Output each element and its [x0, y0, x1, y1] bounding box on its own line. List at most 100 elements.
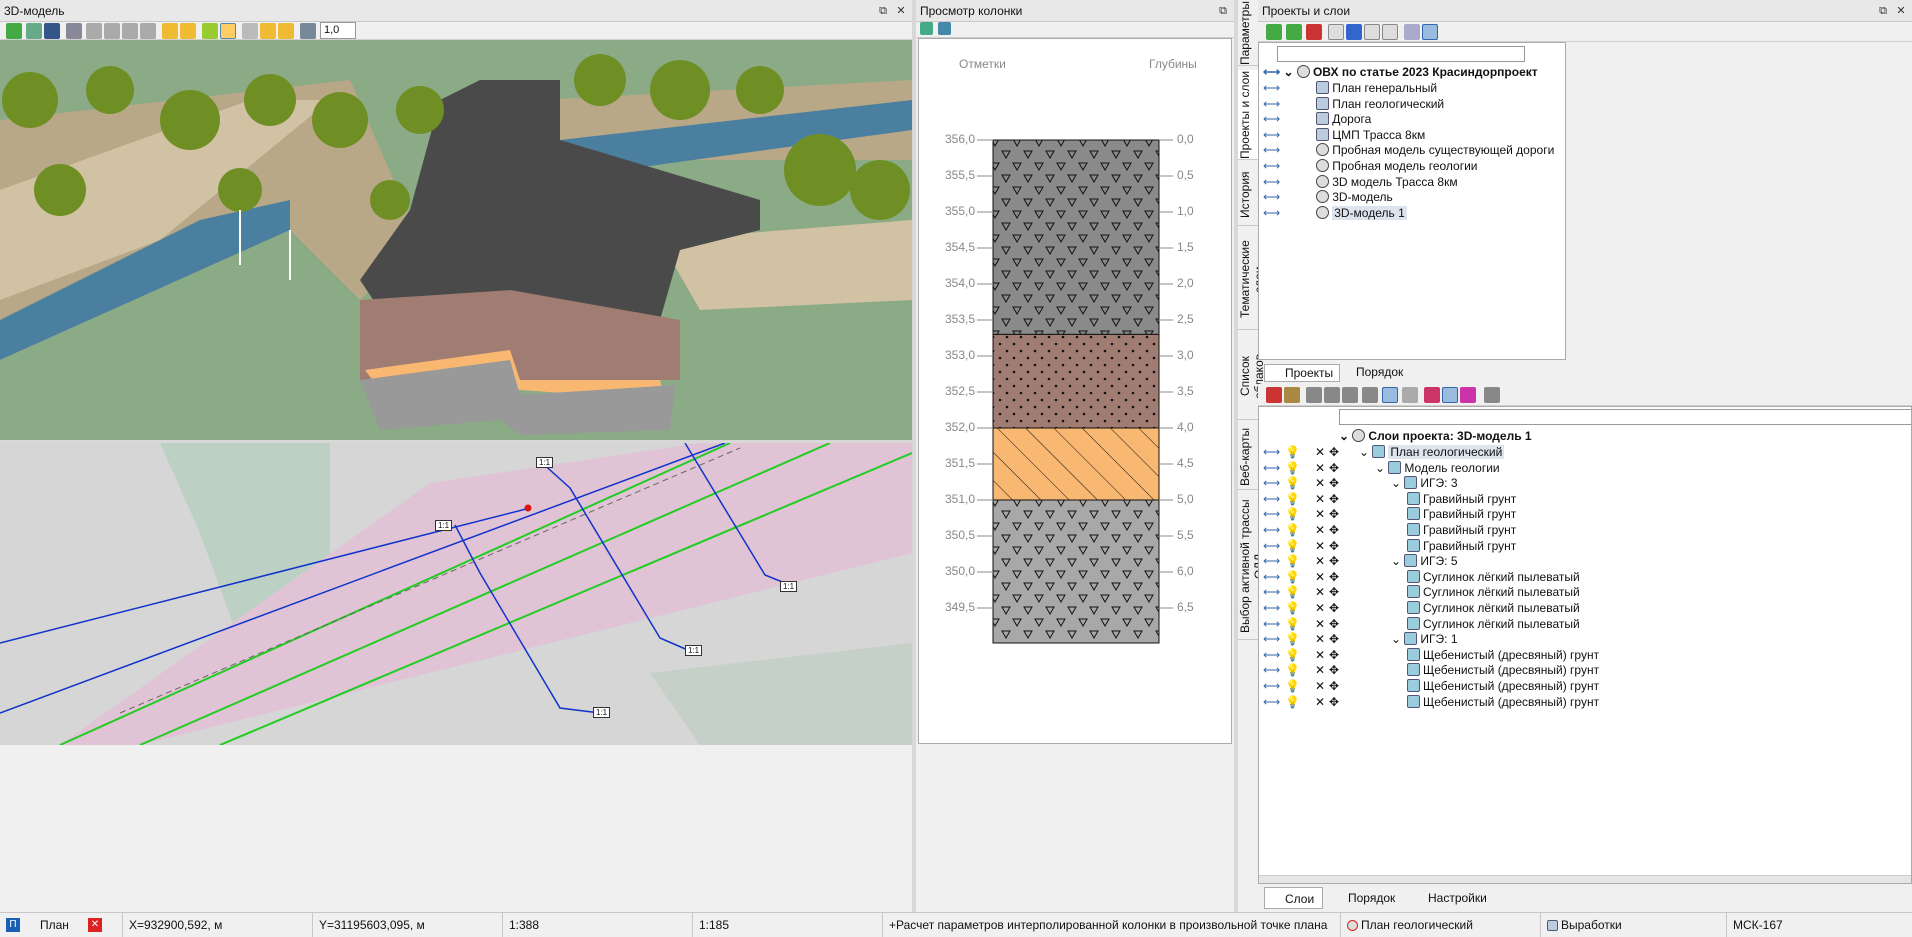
item-icon — [1316, 143, 1330, 157]
float-icon[interactable]: ⧉ — [1874, 0, 1892, 22]
grid-icon[interactable] — [1422, 24, 1438, 40]
settings-icon[interactable] — [938, 22, 951, 35]
side-tab-parameters[interactable]: Параметры — [1238, 1, 1258, 66]
layer-icon[interactable] — [162, 23, 178, 39]
s2-icon[interactable] — [104, 23, 120, 39]
side-tab-clouds[interactable]: Список облаков — [1238, 334, 1266, 420]
chevron-down-icon[interactable]: ⌄ — [1284, 65, 1294, 79]
layer-label: Щебенистый (дресвяный) грунт — [1423, 647, 1600, 662]
layer2-icon[interactable] — [180, 23, 196, 39]
chevron-down-icon[interactable]: ⌄ — [1359, 445, 1369, 459]
layer-row[interactable]: ⟷ 💡 ✕ ✥ Щебенистый (дресвяный) грунт — [1263, 693, 1599, 712]
dots-icon[interactable] — [242, 23, 258, 39]
layer-icon — [1407, 523, 1420, 536]
project-item[interactable]: ⟷ 3D-модель 1 — [1263, 204, 1407, 223]
link-icon: ⟷ — [1263, 96, 1281, 111]
chevron-down-icon[interactable]: ⌄ — [1375, 461, 1385, 475]
tab-projects[interactable]: Проекты — [1264, 364, 1341, 382]
status-scale1: 1:388 — [502, 913, 692, 937]
delete-icon[interactable]: ✕ — [1315, 693, 1325, 712]
stop-icon[interactable] — [1266, 387, 1282, 403]
chevron-down-icon[interactable]: ⌄ — [1391, 632, 1401, 646]
refresh-icon[interactable] — [6, 23, 22, 39]
tab-settings[interactable]: Настройки — [1408, 887, 1487, 909]
project-item-label: План геологический — [1332, 96, 1445, 111]
remove-icon[interactable] — [1306, 24, 1322, 40]
export2-icon[interactable] — [1484, 387, 1500, 403]
view2-icon[interactable] — [1324, 387, 1340, 403]
surface-icon[interactable] — [202, 23, 218, 39]
layer-icon — [1407, 616, 1420, 630]
plan-label: 1:1 — [685, 645, 703, 656]
layers-search-input[interactable] — [1339, 409, 1911, 425]
layer3-icon[interactable] — [260, 23, 276, 39]
doc-icon[interactable] — [1328, 24, 1344, 40]
side-tab-projects[interactable]: Проекты и слои — [1238, 70, 1258, 160]
column-layer-pattern — [993, 334, 1159, 428]
chevron-down-icon[interactable]: ⌄ — [1391, 476, 1401, 490]
filter-icon[interactable] — [1424, 387, 1440, 403]
add-project-icon[interactable] — [1266, 24, 1282, 40]
palette-icon[interactable] — [1460, 387, 1476, 403]
tree-icon[interactable] — [1404, 24, 1420, 40]
layer-icon — [1407, 538, 1420, 552]
link-icon: ⟷ — [1263, 647, 1281, 662]
check-icon[interactable] — [1402, 387, 1418, 403]
model3d-viewport[interactable] — [0, 40, 912, 440]
projects-search-input[interactable] — [1277, 46, 1525, 62]
float-icon[interactable]: ⧉ — [1214, 0, 1232, 22]
depth-label: 6,0 — [1177, 564, 1194, 578]
side-tab-webmaps[interactable]: Веб-карты — [1238, 424, 1258, 490]
layer4-icon[interactable] — [278, 23, 294, 39]
chevron-down-icon[interactable]: ⌄ — [1391, 554, 1401, 568]
chevron-down-icon[interactable]: ⌄ — [1339, 429, 1349, 443]
tab-order[interactable]: Порядок — [1340, 364, 1409, 380]
camera-icon[interactable] — [300, 23, 316, 39]
tab-layers-order[interactable]: Порядок — [1328, 887, 1395, 909]
zoom-input[interactable]: 1,0 — [320, 22, 356, 39]
elevation-label: 356,0 — [945, 132, 976, 146]
plan-viewport[interactable]: 1:1 1:1 1:1 1:1 1:1 — [0, 443, 912, 745]
axes-icon[interactable] — [26, 23, 42, 39]
plan-label: 1:1 — [435, 520, 453, 531]
grid2-icon[interactable] — [1442, 387, 1458, 403]
export-icon[interactable] — [920, 22, 933, 35]
layer-label: ИГЭ: 3 — [1420, 476, 1458, 491]
close-icon[interactable]: ✕ — [892, 0, 910, 22]
column-layer-pattern — [993, 140, 1159, 335]
move-icon[interactable]: ✥ — [1329, 693, 1339, 712]
close-mode-icon[interactable]: ✕ — [88, 918, 102, 932]
horizontal-scrollbar[interactable] — [1259, 875, 1911, 883]
status-excavation[interactable]: Выработки — [1540, 913, 1726, 937]
print-icon[interactable] — [1362, 387, 1378, 403]
side-tab-route[interactable]: Выбор активной трассы ОДД — [1238, 494, 1266, 640]
float-icon[interactable]: ⧉ — [874, 0, 892, 22]
display-icon[interactable] — [44, 23, 60, 39]
edit-icon[interactable] — [1284, 387, 1300, 403]
doc2-icon[interactable] — [1364, 24, 1380, 40]
hand-icon[interactable] — [220, 23, 236, 39]
plan-label: 1:1 — [593, 707, 611, 718]
link-icon[interactable] — [1286, 24, 1302, 40]
visibility-icon[interactable]: 💡 — [1285, 693, 1300, 712]
layer-label: Щебенистый (дресвяный) грунт — [1423, 679, 1600, 693]
copy-icon[interactable] — [1346, 24, 1362, 40]
link-icon: ⟷ — [1263, 491, 1281, 506]
close-icon[interactable]: ✕ — [1892, 0, 1910, 22]
tab-layers[interactable]: Слои — [1264, 887, 1324, 909]
s-icon[interactable] — [86, 23, 102, 39]
side-tab-history[interactable]: История — [1238, 164, 1258, 226]
xyz-icon[interactable] — [66, 23, 82, 39]
elevation-label: 354,0 — [945, 276, 976, 290]
v-icon[interactable] — [122, 23, 138, 39]
mode-badge[interactable]: П — [6, 918, 20, 932]
layer-label: Суглинок лёгкий пылеватый — [1423, 585, 1580, 600]
brush-icon[interactable] — [1382, 387, 1398, 403]
side-tab-thematic[interactable]: Тематические слои — [1238, 230, 1266, 330]
layer-icon — [1347, 920, 1358, 931]
view-icon[interactable] — [1306, 387, 1322, 403]
status-crs[interactable]: МСК-167 — [1726, 913, 1912, 937]
crop-icon[interactable] — [1342, 387, 1358, 403]
doc3-icon[interactable] — [1382, 24, 1398, 40]
l-icon[interactable] — [140, 23, 156, 39]
